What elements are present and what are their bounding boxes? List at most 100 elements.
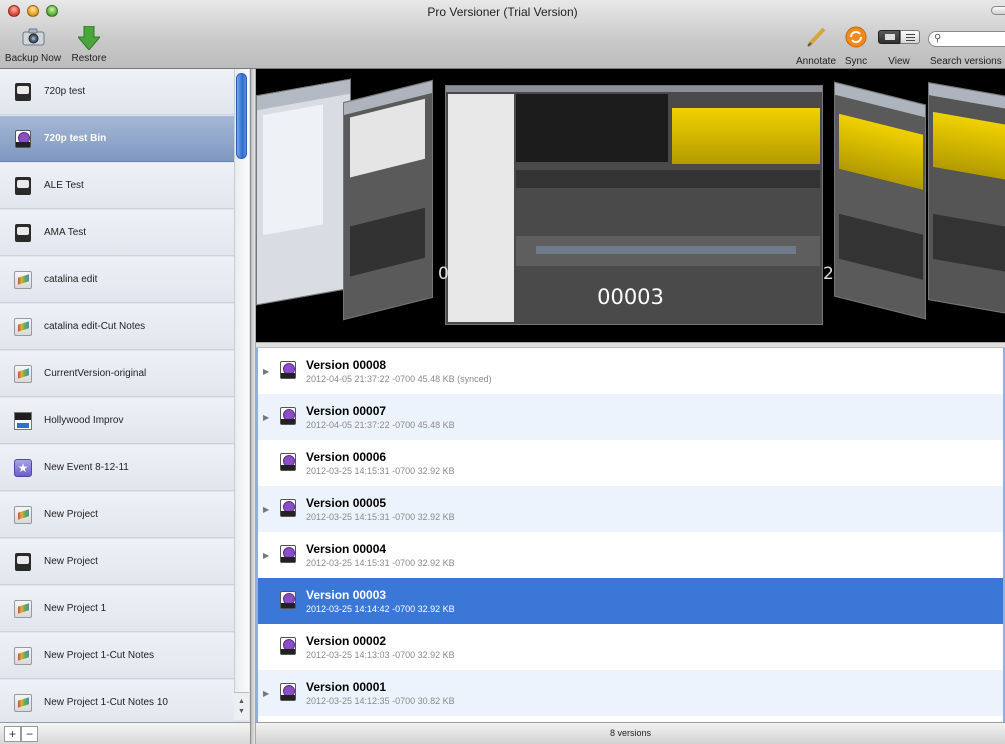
sidebar-item-label: AMA Test [44, 227, 87, 238]
pencil-icon [805, 26, 827, 48]
fcp-project-icon [13, 270, 33, 290]
sidebar-item[interactable]: CurrentVersion-original [0, 351, 236, 397]
search-input-wrapper[interactable]: ⚲ [928, 31, 1005, 47]
status-bar: 8 versions [256, 722, 1005, 744]
bin-icon [13, 129, 33, 149]
sidebar-item[interactable]: New Project 1-Cut Notes 10 [0, 680, 236, 722]
sidebar-item[interactable]: New Project 1 [0, 586, 236, 632]
sidebar-scroll-thumb[interactable] [236, 73, 247, 159]
version-meta: 2012-03-25 14:13:03 -0700 32.92 KB [306, 650, 455, 660]
coverflow-view-icon[interactable] [878, 30, 900, 44]
sidebar-item[interactable]: New Project 1-Cut Notes [0, 633, 236, 679]
list-view-icon[interactable] [900, 30, 920, 44]
sidebar-item[interactable]: AMA Test [0, 210, 236, 256]
disclosure-triangle-icon[interactable]: ▶ [263, 367, 274, 376]
sidebar-item-selected[interactable]: 720p test Bin [0, 116, 236, 162]
bin-icon [278, 682, 298, 704]
bin-icon [278, 452, 298, 474]
bin-icon [278, 590, 298, 612]
sidebar-item[interactable]: ★ New Event 8-12-11 [0, 445, 236, 491]
version-name: Version 00003 [306, 588, 387, 602]
scroll-arrows[interactable]: ▲ ▼ [234, 692, 249, 720]
sidebar-item-label: New Project [44, 509, 98, 520]
app-window: Pro Versioner (Trial Version) Backup Now… [0, 0, 1005, 744]
sync-icon [845, 26, 867, 48]
version-meta: 2012-03-25 14:15:31 -0700 32.92 KB [306, 558, 455, 568]
avid-project-icon [13, 223, 33, 243]
fcp-project-icon [13, 646, 33, 666]
version-meta: 2012-03-25 14:14:42 -0700 32.92 KB [306, 604, 455, 614]
version-row[interactable]: ▶ Version 00008 2012-04-05 21:37:22 -0700 … [258, 348, 1003, 394]
version-name: Version 00006 [306, 450, 387, 464]
version-name: Version 00001 [306, 680, 387, 694]
version-row-selected[interactable]: Version 00003 2012-03-25 14:14:42 -0700 3… [258, 578, 1003, 624]
version-row[interactable]: ▶ Version 00005 2012-03-25 14:15:31 -0700 … [258, 486, 1003, 532]
version-row[interactable]: Version 00006 2012-03-25 14:15:31 -0700 3… [258, 440, 1003, 486]
version-thumbnail[interactable] [256, 78, 351, 306]
fcp-project-icon [13, 693, 33, 713]
search-icon: ⚲ [934, 33, 942, 44]
restore-label: Restore [71, 53, 107, 64]
sidebar-item-label: catalina edit [44, 274, 98, 285]
disclosure-triangle-icon[interactable]: ▶ [263, 551, 274, 560]
sidebar-item-label: New Project 1-Cut Notes [44, 650, 155, 661]
toolbar-toggle-button[interactable] [991, 6, 1005, 15]
sidebar-item[interactable]: New Project [0, 492, 236, 538]
disclosure-triangle-icon[interactable]: ▶ [263, 689, 274, 698]
media-icon [13, 411, 33, 431]
sidebar-item-label: New Project 1 [44, 603, 107, 614]
thumbnail-caption-left: 0 [438, 264, 449, 284]
sync-label: Sync [844, 56, 868, 67]
annotate-button[interactable]: Annotate [792, 26, 840, 67]
sidebar-item-label: ALE Test [44, 180, 84, 191]
sidebar-item[interactable]: catalina edit-Cut Notes [0, 304, 236, 350]
fcp-project-icon [13, 317, 33, 337]
version-thumbnail[interactable] [834, 81, 926, 320]
version-thumbnail[interactable] [928, 81, 1005, 315]
camera-icon [22, 28, 45, 46]
version-meta: 2012-04-05 21:37:22 -0700 45.48 KB (sync… [306, 374, 492, 384]
view-switcher[interactable]: View [876, 26, 922, 67]
version-meta: 2012-04-05 21:37:22 -0700 45.48 KB [306, 420, 455, 430]
sidebar-item[interactable]: catalina edit [0, 257, 236, 303]
sidebar-item-label: 720p test [44, 86, 86, 97]
search-input[interactable] [945, 33, 1005, 45]
project-sidebar: 720p test 720p test Bin ALE Test AMA Tes… [0, 69, 250, 722]
version-name: Version 00008 [306, 358, 387, 372]
backup-now-button[interactable]: Backup Now [2, 26, 64, 66]
avid-project-icon [13, 176, 33, 196]
sidebar-item[interactable]: New Project [0, 539, 236, 585]
version-count: 8 versions [609, 728, 652, 738]
sidebar-item[interactable]: 720p test [0, 69, 236, 115]
sidebar-item-label: New Project 1-Cut Notes 10 [44, 697, 168, 708]
sidebar-scrollbar[interactable] [234, 69, 249, 719]
disclosure-triangle-icon[interactable]: ▶ [263, 505, 274, 514]
avid-project-icon [13, 82, 33, 102]
view-label: View [888, 56, 910, 67]
sidebar-item-label: CurrentVersion-original [44, 368, 147, 379]
restore-arrow-icon [76, 25, 102, 51]
version-row[interactable]: ▶ Version 00001 2012-03-25 14:12:35 -0700 … [258, 670, 1003, 716]
sidebar-item[interactable]: ALE Test [0, 163, 236, 209]
version-row[interactable]: Version 00002 2012-03-25 14:13:03 -0700 3… [258, 624, 1003, 670]
version-meta: 2012-03-25 14:12:35 -0700 30.82 KB [306, 696, 455, 706]
remove-project-button[interactable]: − [21, 726, 38, 742]
sidebar-item-label: 720p test Bin [44, 133, 107, 144]
fcp-project-icon [13, 505, 33, 525]
disclosure-triangle-icon[interactable]: ▶ [263, 413, 274, 422]
version-name: Version 00005 [306, 496, 387, 510]
bin-icon [278, 406, 298, 428]
search-field-container: ⚲ Search versions [926, 26, 1005, 67]
restore-button[interactable]: Restore [64, 25, 114, 66]
sidebar-item[interactable]: Hollywood Improv [0, 398, 236, 444]
bin-icon [278, 636, 298, 658]
sync-button[interactable]: Sync [840, 26, 872, 67]
bin-icon [278, 498, 298, 520]
coverflow-preview[interactable]: 0 2 00003 [256, 69, 1005, 342]
sidebar-item-label: catalina edit-Cut Notes [44, 321, 146, 332]
bin-icon [278, 544, 298, 566]
version-row[interactable]: ▶ Version 00004 2012-03-25 14:15:31 -0700 … [258, 532, 1003, 578]
search-label: Search versions [930, 56, 1002, 67]
add-project-button[interactable]: + [4, 726, 21, 742]
version-row[interactable]: ▶ Version 00007 2012-04-05 21:37:22 -0700 … [258, 394, 1003, 440]
